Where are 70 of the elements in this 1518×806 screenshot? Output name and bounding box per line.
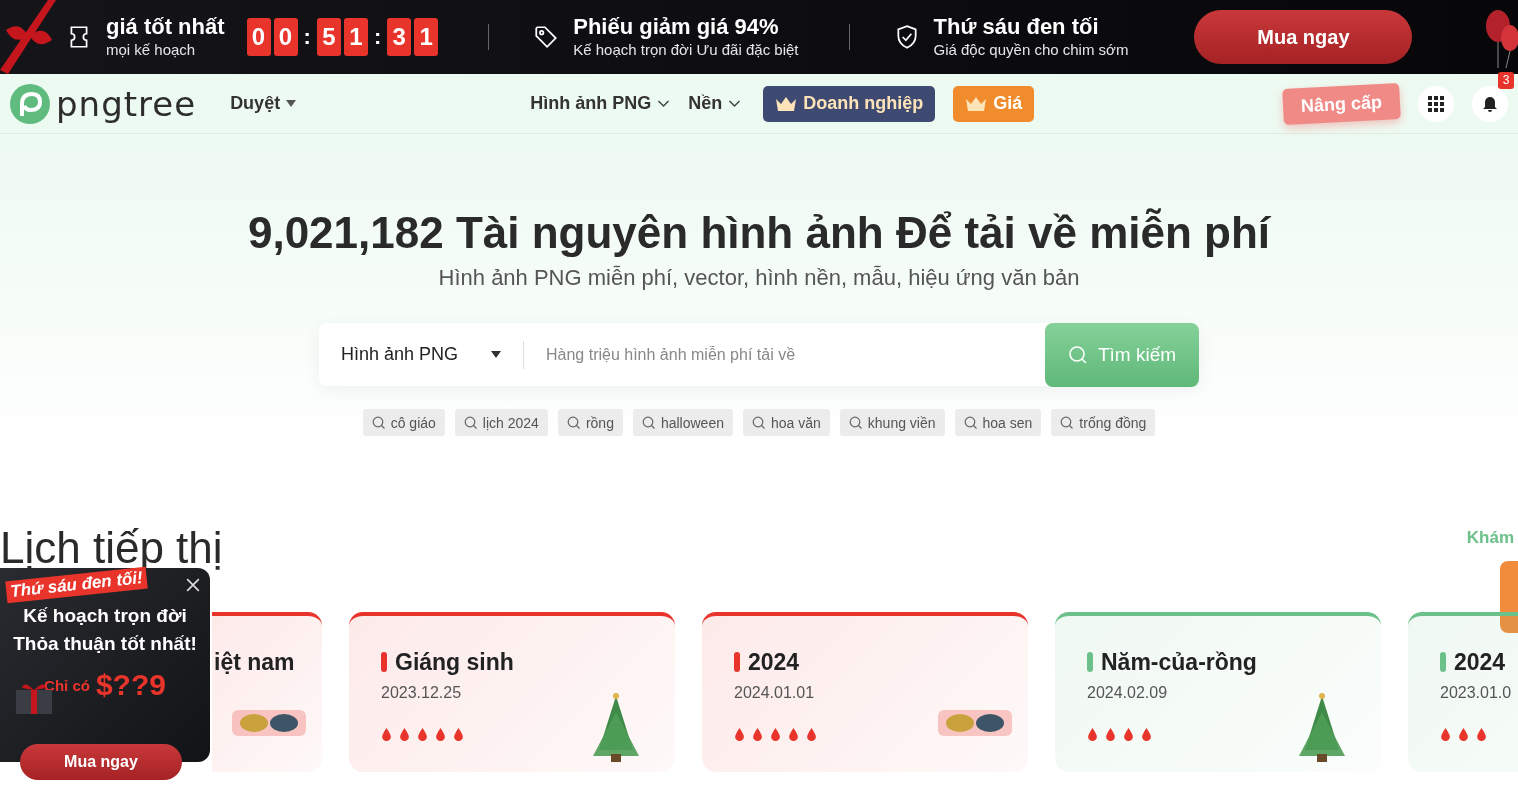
- menu-dropdown[interactable]: Hình ảnh PNG: [530, 93, 671, 114]
- crown-icon: [775, 95, 798, 112]
- search-tag[interactable]: khung viền: [839, 409, 945, 436]
- countdown-digit: 1: [343, 18, 368, 56]
- logo-text[interactable]: pngtree: [56, 83, 197, 124]
- offer-title: Thứ sáu đen tối: [933, 14, 1100, 40]
- leaf-logo-icon: [10, 83, 50, 124]
- search-icon: [463, 415, 478, 430]
- close-button[interactable]: [186, 578, 200, 592]
- event-date: 2023.01.0: [1440, 684, 1513, 702]
- event-date: 2023.12.25: [381, 684, 463, 702]
- business-button[interactable]: Doanh nghiệp: [763, 85, 936, 122]
- countdown-digit: 0: [246, 18, 271, 56]
- browse-menu[interactable]: Duyệt: [224, 92, 303, 115]
- event-card[interactable]: Giáng sinh 2023.12.25: [349, 612, 675, 772]
- search-tag[interactable]: rồng: [557, 409, 623, 436]
- bell-icon: [1481, 94, 1499, 113]
- countdown-separator: :: [372, 24, 383, 50]
- countdown-separator: :: [302, 24, 312, 50]
- hero-title: 9,021,182 Tài nguyên hình ảnh Để tải về miễn phí: [247, 207, 1271, 259]
- countdown-digit: 5: [316, 18, 341, 56]
- offer-subtitle: mọi kế hoạch: [106, 40, 197, 60]
- search-tag[interactable]: hoa sen: [954, 409, 1042, 436]
- search-tag[interactable]: hoa văn: [743, 409, 830, 436]
- countdown-digit: 1: [414, 18, 439, 56]
- search-icon: [371, 415, 386, 430]
- event-title: 2024: [748, 648, 800, 676]
- search-icon: [1067, 344, 1088, 365]
- event-date: 2024.02.09: [1087, 684, 1169, 702]
- event-card[interactable]: 2024 2024.01.01: [702, 612, 1028, 772]
- price: $??9: [95, 668, 166, 702]
- offer-title: Phiếu giảm giá 94%: [573, 14, 780, 40]
- event-title: Năm-của-rồng: [1101, 648, 1257, 676]
- offer-subtitle: Giá độc quyền cho chim sớm: [933, 40, 1129, 60]
- notifications-button[interactable]: [1472, 85, 1508, 122]
- chevron-down-icon: [657, 99, 671, 108]
- menu-dropdown[interactable]: Nền: [688, 93, 742, 114]
- grid-icon: [1427, 94, 1445, 113]
- countdown-digit: 3: [387, 18, 412, 56]
- search-tag[interactable]: lịch 2024: [454, 409, 548, 436]
- caret-icon: [491, 350, 501, 359]
- popup-title: Kế hoạch trọn đời Thỏa thuận tốt nhất!: [12, 604, 198, 656]
- offer-title: giá tốt nhất: [106, 14, 225, 40]
- search-icon: [848, 415, 863, 430]
- search-icon: [963, 415, 978, 430]
- price-label: Chỉ có: [44, 676, 90, 694]
- event-date: 2024.01.01: [734, 684, 816, 702]
- search-tag[interactable]: cô giáo: [362, 409, 445, 436]
- search-tag[interactable]: trống đồng: [1051, 409, 1156, 436]
- search-icon: [641, 415, 656, 430]
- apps-grid-button[interactable]: [1418, 85, 1454, 122]
- crown-icon: [965, 95, 988, 112]
- event-card[interactable]: Năm-của-rồng 2024.02.09: [1055, 612, 1381, 772]
- event-card[interactable]: 2024 2023.01.0: [1408, 612, 1518, 772]
- search-icon: [566, 415, 581, 430]
- search-tag[interactable]: halloween: [632, 409, 733, 436]
- event-title: Giáng sinh: [395, 648, 514, 676]
- tag-icon: [533, 24, 560, 50]
- hero-subtitle: Hình ảnh PNG miễn phí, vector, hình nền, mẫu, hiệu ứng văn bản: [438, 264, 1080, 292]
- caret-icon: [286, 99, 297, 108]
- countdown-digit: 0: [273, 18, 298, 56]
- event-card[interactable]: iệt nam: [212, 612, 322, 772]
- search-icon: [752, 415, 766, 430]
- chevron-down-icon: [728, 99, 742, 108]
- buy-now-button[interactable]: Mua ngay: [20, 744, 182, 780]
- event-title: iệt nam: [214, 648, 295, 676]
- buy-now-button[interactable]: Mua ngay: [1194, 10, 1413, 64]
- search-icon: [1060, 415, 1075, 430]
- event-title: 2024: [1454, 648, 1506, 676]
- offer-subtitle: Kế hoạch trọn đời Ưu đãi đặc biệt: [573, 40, 799, 60]
